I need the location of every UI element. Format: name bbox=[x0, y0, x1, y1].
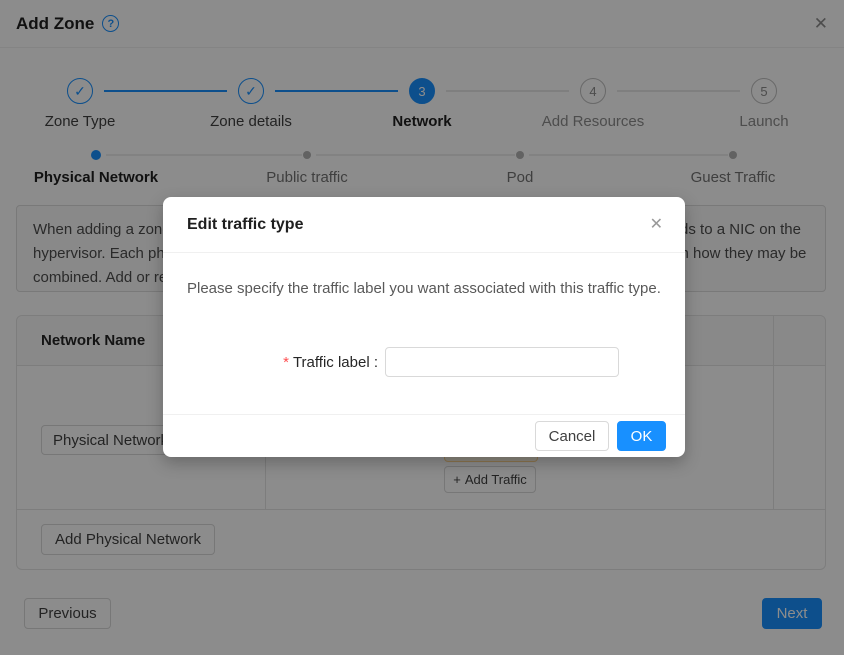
modal-description: Please specify the traffic label you wan… bbox=[187, 277, 661, 301]
modal-title: Edit traffic type bbox=[187, 216, 303, 234]
add-zone-wizard-window: Add Zone ? ✕ ✓ ✓ 3 4 5 Zone Type Zone de… bbox=[0, 0, 844, 655]
modal-close-icon[interactable]: ✕ bbox=[650, 217, 663, 233]
cancel-button[interactable]: Cancel bbox=[535, 421, 609, 451]
required-asterisk: * bbox=[283, 354, 289, 371]
traffic-label-input[interactable] bbox=[385, 347, 619, 377]
ok-button[interactable]: OK bbox=[617, 421, 666, 451]
edit-traffic-type-modal: Edit traffic type ✕ Please specify the t… bbox=[163, 197, 685, 457]
traffic-label-text: Traffic label : bbox=[293, 354, 378, 371]
traffic-label-field-label: * Traffic label : bbox=[187, 347, 378, 377]
modal-header: Edit traffic type bbox=[163, 197, 685, 253]
modal-footer: Cancel OK bbox=[163, 414, 685, 457]
